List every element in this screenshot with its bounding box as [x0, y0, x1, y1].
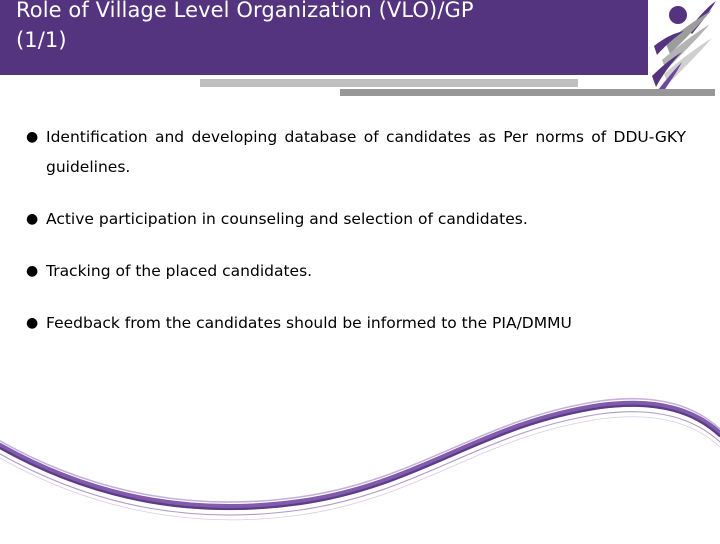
bullet-list: ● Identification and developing database… [22, 122, 686, 360]
list-item-text: Active participation in counseling and s… [46, 210, 528, 228]
wave-ribbon-icon [0, 397, 720, 521]
bullet-icon: ● [26, 211, 39, 227]
divider-bar-light [200, 79, 578, 87]
decorative-wave [0, 390, 720, 540]
bullet-icon: ● [26, 315, 39, 331]
list-item-text: Tracking of the placed candidates. [46, 262, 313, 280]
running-figure-icon [652, 1, 716, 94]
list-item: ● Identification and developing database… [22, 122, 686, 182]
list-item: ● Active participation in counseling and… [22, 204, 686, 234]
page-title: Role of Village Level Organization (VLO)… [16, 0, 474, 52]
list-item: ● Feedback from the candidates should be… [22, 308, 686, 338]
bullet-icon: ● [26, 129, 39, 145]
list-item-text: Identification and developing database o… [46, 128, 686, 176]
slide-header-bar: Role of Village Level Organization (VLO)… [0, 0, 648, 75]
divider-bar-dark [340, 89, 715, 96]
list-item: ● Tracking of the placed candidates. [22, 256, 686, 286]
brand-logo [648, 0, 720, 96]
list-item-text: Feedback from the candidates should be i… [46, 314, 572, 332]
bullet-icon: ● [26, 263, 39, 279]
